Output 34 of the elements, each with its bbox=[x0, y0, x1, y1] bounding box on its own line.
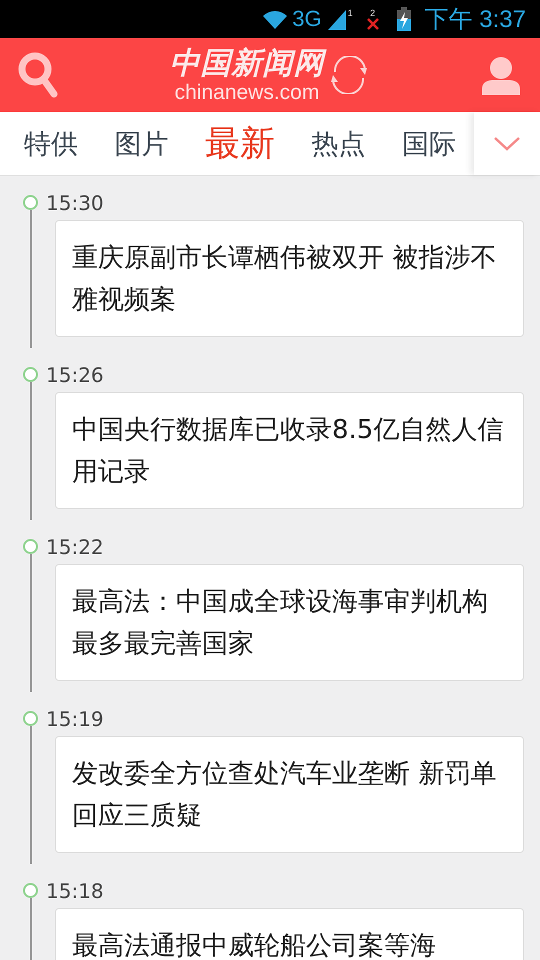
timeline-dot bbox=[23, 367, 38, 382]
news-card[interactable]: 发改委全方位查处汽车业垄断 新罚单回应三质疑 bbox=[55, 736, 524, 853]
category-tab[interactable]: 特供 bbox=[18, 126, 84, 162]
refresh-icon[interactable] bbox=[328, 56, 368, 94]
wifi-icon bbox=[262, 9, 288, 29]
news-time: 15:22 bbox=[46, 535, 104, 559]
news-time: 15:26 bbox=[46, 363, 104, 387]
category-tab[interactable]: 图片 bbox=[108, 126, 175, 162]
logo-domain: chinanews.com bbox=[174, 82, 320, 104]
news-card[interactable]: 中国央行数据库已收录8.5亿自然人信用记录 bbox=[55, 392, 524, 509]
category-tab[interactable]: 最新 bbox=[198, 120, 281, 167]
network-type: 3G bbox=[292, 6, 322, 32]
chevron-down-icon[interactable] bbox=[494, 136, 520, 150]
search-icon[interactable] bbox=[18, 52, 58, 98]
news-time: 15:18 bbox=[46, 879, 104, 903]
news-time: 15:30 bbox=[46, 191, 104, 215]
battery-charging-icon bbox=[396, 7, 411, 31]
news-card[interactable]: 重庆原副市长谭栖伟被双开 被指涉不雅视频案 bbox=[55, 220, 524, 337]
timeline-dot bbox=[23, 883, 38, 898]
timeline-dot bbox=[23, 195, 38, 210]
timeline-dot bbox=[23, 711, 38, 726]
sim-label: 1 bbox=[348, 8, 353, 18]
news-time: 15:19 bbox=[46, 707, 104, 731]
timeline-dot bbox=[23, 539, 38, 554]
sim-label: 2 bbox=[370, 8, 376, 18]
news-card[interactable]: 最高法通报中威轮船公司案等海 bbox=[55, 908, 524, 960]
news-card[interactable]: 最高法：中国成全球设海事审判机构最多最完善国家 bbox=[55, 564, 524, 681]
no-signal-icon bbox=[366, 18, 379, 30]
category-tab[interactable]: 国际 bbox=[396, 126, 462, 162]
signal-icon bbox=[326, 8, 348, 30]
category-tab[interactable]: 热点 bbox=[305, 126, 372, 162]
clock: 下午 3:37 bbox=[424, 5, 526, 35]
user-icon[interactable] bbox=[480, 55, 522, 95]
logo-title: 中国新闻网 bbox=[170, 46, 324, 82]
